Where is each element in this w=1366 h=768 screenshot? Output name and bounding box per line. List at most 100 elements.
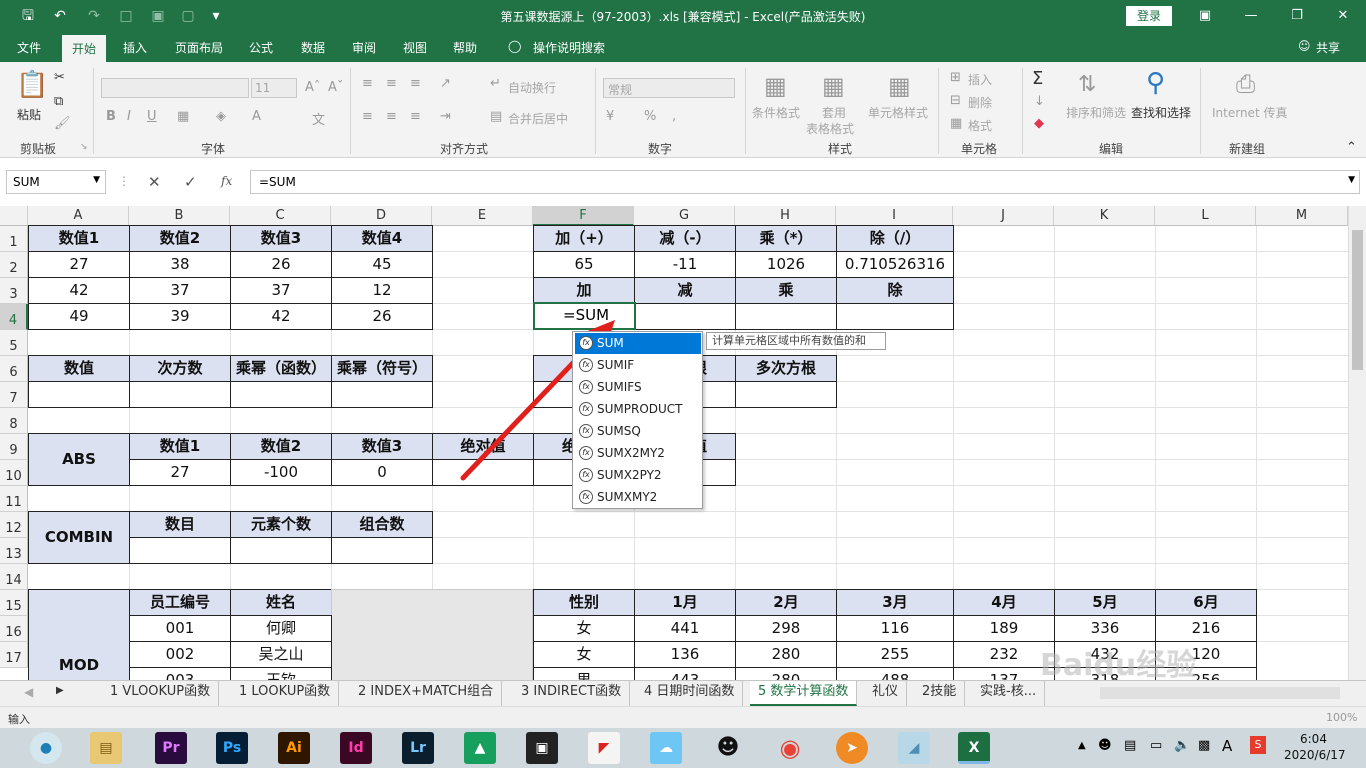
file-explorer-icon[interactable]: ▤ <box>90 732 122 764</box>
cell-styles-button[interactable]: 单元格样式 <box>868 104 928 121</box>
photoshop-icon[interactable]: Ps <box>216 732 248 764</box>
format-painter-icon[interactable]: 🖌 <box>54 116 71 131</box>
column-header[interactable]: D <box>331 206 432 226</box>
font-color-icon[interactable]: A <box>252 109 261 124</box>
header-cell[interactable]: 数值1 <box>129 433 231 460</box>
header-cell[interactable]: 乘（*） <box>735 225 837 252</box>
find-select-button[interactable]: 查找和选择 <box>1131 104 1191 121</box>
maximize-button[interactable]: ❐ <box>1282 4 1312 28</box>
cell-styles-icon[interactable]: ▦ <box>888 72 911 100</box>
data-cell[interactable]: 298 <box>735 615 837 642</box>
clock-time[interactable]: 6:04 <box>1300 732 1327 746</box>
browser-icon[interactable]: ● <box>30 732 62 764</box>
minimize-button[interactable]: — <box>1236 4 1266 28</box>
row-header[interactable]: 17 <box>0 642 28 668</box>
column-header[interactable]: L <box>1155 206 1256 226</box>
data-cell[interactable]: 001 <box>129 615 231 642</box>
merge-center-button[interactable]: 合并后居中 <box>508 110 568 127</box>
sheet-tab[interactable]: 礼仪 <box>864 681 908 706</box>
data-cell[interactable]: 116 <box>836 615 954 642</box>
column-header[interactable]: K <box>1054 206 1155 226</box>
underline-icon[interactable]: U <box>147 109 157 124</box>
data-cell[interactable] <box>230 537 332 564</box>
header-cell[interactable]: 姓名 <box>230 589 332 616</box>
scroll-left-icon[interactable]: ◀ <box>24 685 33 699</box>
font-name-select[interactable] <box>101 78 249 98</box>
illustrator-icon[interactable]: Ai <box>278 732 310 764</box>
login-button[interactable]: 登录 <box>1126 6 1172 26</box>
header-cell[interactable]: 4月 <box>953 589 1055 616</box>
number-format-select[interactable]: 常规 <box>603 78 735 98</box>
column-header[interactable]: B <box>129 206 230 226</box>
bold-icon[interactable]: B <box>106 109 116 124</box>
currency-icon[interactable]: ¥ <box>606 109 614 124</box>
sheet-tab[interactable]: 4 日期时间函数 <box>636 681 744 706</box>
data-cell[interactable]: 42 <box>230 303 332 330</box>
data-cell[interactable]: 12 <box>331 277 433 304</box>
autocomplete-item[interactable]: fx SUMSQ <box>575 421 701 442</box>
row-header[interactable]: 13 <box>0 538 28 564</box>
data-cell[interactable]: 37 <box>129 277 231 304</box>
header-cell[interactable]: ABS <box>28 433 130 486</box>
data-cell[interactable] <box>230 381 332 408</box>
data-cell[interactable]: 45 <box>331 251 433 278</box>
function-autocomplete-list[interactable]: fx SUM fx SUMIF fx SUMIFS fx SUMPRODUCT fx SU… <box>572 331 703 509</box>
autosum-icon[interactable]: Σ <box>1032 68 1043 89</box>
column-header[interactable]: M <box>1256 206 1348 226</box>
sheet-tab[interactable]: 2技能 <box>914 681 966 706</box>
premiere-icon[interactable]: Pr <box>155 732 187 764</box>
data-cell[interactable] <box>836 303 954 330</box>
autocomplete-item[interactable]: fx SUMX2PY2 <box>575 465 701 486</box>
tell-me-search[interactable]: 操作说明搜索 <box>533 39 605 56</box>
header-cell[interactable]: 加（+） <box>533 225 635 252</box>
data-cell[interactable]: 吴之山 <box>230 641 332 668</box>
tab-review[interactable]: 审阅 <box>352 39 376 56</box>
fill-color-icon[interactable]: ◈ <box>216 109 226 124</box>
data-cell[interactable]: 男 <box>533 667 635 680</box>
sheet-tab[interactable]: 1 LOOKUP函数 <box>231 681 340 706</box>
autocomplete-item[interactable]: fx SUMPRODUCT <box>575 399 701 420</box>
orientation-icon[interactable]: ↗ <box>440 76 451 91</box>
expand-formula-icon[interactable]: ▼ <box>1348 175 1355 185</box>
merge-icon[interactable]: ▤ <box>490 109 502 124</box>
column-header[interactable]: F <box>533 206 634 226</box>
header-cell[interactable]: 数目 <box>129 511 231 538</box>
header-cell[interactable]: 组合数 <box>331 511 433 538</box>
wrap-text-icon[interactable]: ↵ <box>490 76 501 91</box>
row-header[interactable]: 15 <box>0 590 28 616</box>
volume-icon[interactable]: 🔈 <box>1174 738 1190 753</box>
conditional-format-button[interactable]: 条件格式 <box>752 104 800 121</box>
find-select-icon[interactable]: ⚲ <box>1146 68 1165 98</box>
italic-icon[interactable]: I <box>127 109 131 124</box>
align-middle-icon[interactable]: ≡ <box>386 76 397 91</box>
data-cell[interactable]: 女 <box>533 641 635 668</box>
data-cell[interactable]: 336 <box>1054 615 1156 642</box>
zoom-level[interactable]: 100% <box>1326 711 1357 724</box>
data-cell[interactable]: -11 <box>634 251 736 278</box>
row-header[interactable]: 3 <box>0 278 28 304</box>
delete-cells-icon[interactable]: ⊟ <box>950 93 961 108</box>
data-cell[interactable]: 37 <box>230 277 332 304</box>
format-as-table-button[interactable]: 套用 <box>822 104 846 121</box>
display-icon[interactable]: ▩ <box>1198 738 1210 753</box>
tab-formulas[interactable]: 公式 <box>249 39 273 56</box>
vertical-scrollbar[interactable] <box>1348 206 1366 680</box>
qq-icon[interactable]: ☻ <box>712 732 744 764</box>
autocomplete-item[interactable]: fx SUMIFS <box>575 377 701 398</box>
tray-expand-icon[interactable]: ▲ <box>1078 740 1086 751</box>
format-cells-icon[interactable]: ▦ <box>950 116 962 131</box>
header-cell[interactable]: 性别 <box>533 589 635 616</box>
tab-page-layout[interactable]: 页面布局 <box>175 39 223 56</box>
data-cell[interactable]: 38 <box>129 251 231 278</box>
tab-help[interactable]: 帮助 <box>453 39 477 56</box>
header-cell[interactable]: 1月 <box>634 589 736 616</box>
data-cell[interactable]: 何卿 <box>230 615 332 642</box>
sort-filter-button[interactable]: 排序和筛选 <box>1066 104 1126 121</box>
decrease-font-icon[interactable]: Aˇ <box>328 80 343 95</box>
row-header[interactable]: 10 <box>0 460 28 486</box>
tab-view[interactable]: 视图 <box>403 39 427 56</box>
ime-icon[interactable]: A <box>1222 737 1232 755</box>
header-cell[interactable]: 乘幂（符号） <box>331 355 433 382</box>
row-header[interactable]: 9 <box>0 434 28 460</box>
align-center-icon[interactable]: ≡ <box>386 109 397 124</box>
